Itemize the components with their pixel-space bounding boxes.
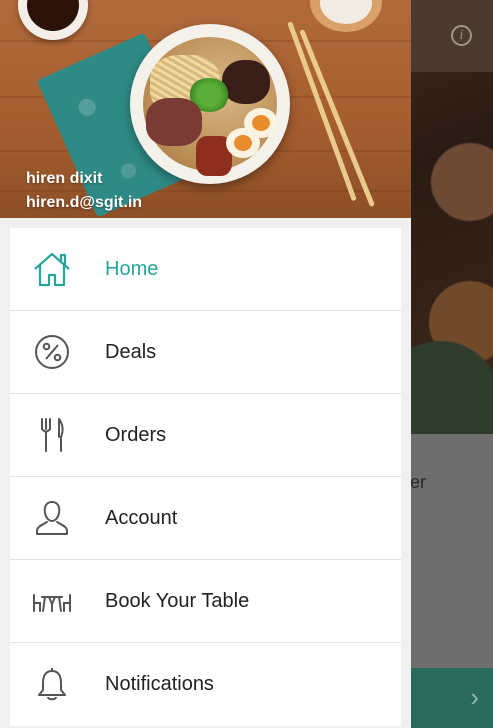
chopstick-image	[287, 21, 357, 202]
menu-item-label: Deals	[105, 340, 157, 363]
percent-icon	[32, 332, 72, 372]
sauce-bowl-image	[18, 0, 88, 40]
menu-item-home[interactable]: Home	[10, 228, 401, 311]
fork-knife-icon	[32, 415, 72, 455]
menu-item-deals[interactable]: Deals	[10, 311, 401, 394]
home-icon	[32, 249, 72, 289]
menu-item-label: Book Your Table	[105, 589, 250, 612]
drawer-header: hiren dixit hiren.d@sgit.in	[0, 0, 411, 218]
menu-item-account[interactable]: Account	[10, 477, 401, 560]
user-name: hiren dixit	[26, 170, 103, 187]
navigation-drawer: hiren dixit hiren.d@sgit.in Home Deals O…	[0, 0, 411, 728]
menu-item-label: Account	[105, 506, 178, 529]
drawer-menu: Home Deals Orders Account Book Your Tabl…	[10, 228, 401, 726]
menu-item-notifications[interactable]: Notifications	[10, 643, 401, 726]
menu-item-label: Home	[105, 257, 159, 280]
bell-icon	[32, 664, 72, 704]
menu-item-orders[interactable]: Orders	[10, 394, 401, 477]
menu-item-label: Notifications	[105, 673, 214, 695]
menu-item-book-table[interactable]: Book Your Table	[10, 560, 401, 643]
info-icon[interactable]: i	[451, 25, 472, 46]
table-icon	[32, 581, 72, 621]
background-partial-text: er	[410, 472, 427, 492]
menu-item-label: Orders	[105, 423, 167, 446]
chopstick-image	[299, 29, 375, 208]
user-email: hiren.d@sgit.in	[26, 194, 143, 211]
chevron-right-icon[interactable]: ›	[470, 684, 479, 710]
user-icon	[32, 498, 72, 538]
